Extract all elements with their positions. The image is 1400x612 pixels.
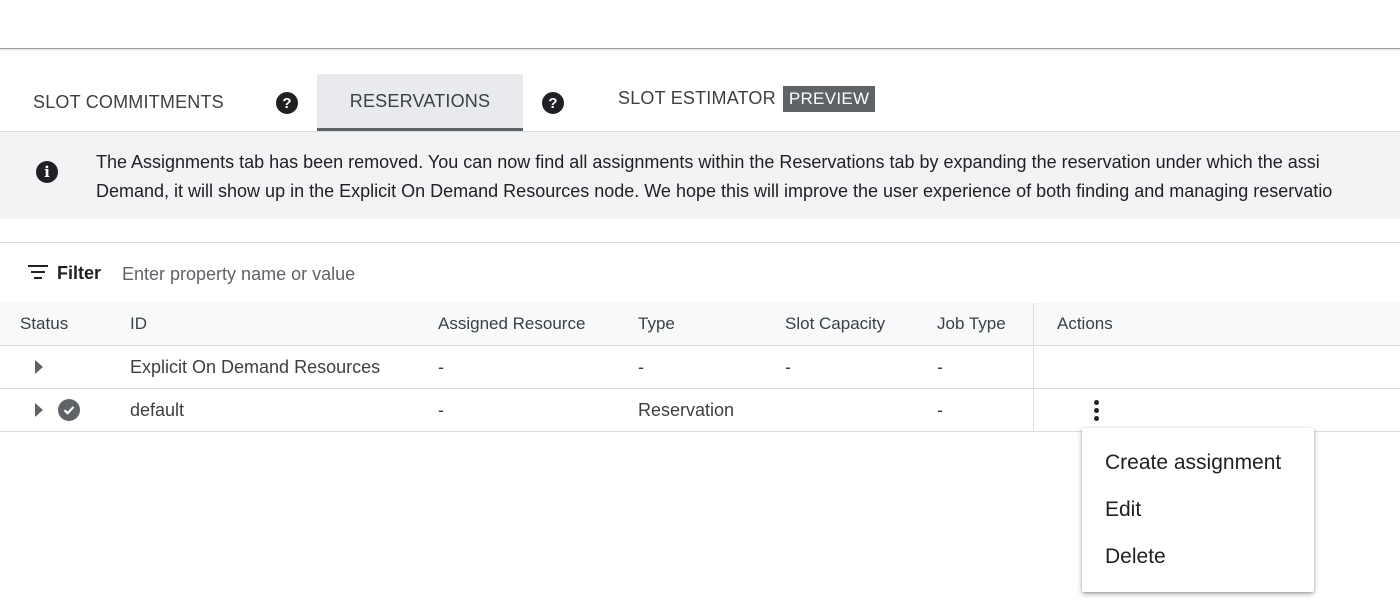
top-bar [0, 0, 1400, 49]
banner-line-2: Demand, it will show up in the Explicit … [96, 181, 1333, 201]
banner-line-1: The Assignments tab has been removed. Yo… [96, 152, 1320, 172]
menu-item-edit[interactable]: Edit [1082, 486, 1314, 533]
filter-bar: Filter [0, 242, 1400, 305]
row-assigned-resource: - [438, 399, 444, 420]
filter-icon[interactable] [28, 265, 48, 281]
table-header: Status ID Assigned Resource Type Slot Ca… [0, 303, 1400, 346]
header-status[interactable]: Status [20, 303, 68, 345]
info-banner: i The Assignments tab has been removed. … [0, 131, 1400, 219]
header-assigned-resource[interactable]: Assigned Resource [438, 303, 585, 345]
row-slot-capacity: - [785, 356, 791, 377]
header-job-type[interactable]: Job Type [937, 303, 1006, 345]
menu-item-create-assignment[interactable]: Create assignment [1082, 439, 1314, 486]
row-type: - [638, 356, 644, 377]
column-divider [1033, 303, 1034, 345]
banner-text: The Assignments tab has been removed. Yo… [96, 148, 1332, 206]
actions-menu: Create assignment Edit Delete [1082, 428, 1314, 592]
tab-slot-commitments[interactable]: SLOT COMMITMENTS [33, 74, 224, 131]
header-id[interactable]: ID [130, 303, 147, 345]
row-id: default [130, 399, 185, 420]
expand-caret-icon[interactable] [35, 389, 43, 431]
tab-bar: SLOT COMMITMENTS ? RESERVATIONS ? SLOT E… [0, 74, 1400, 131]
row-job-type: - [937, 399, 943, 420]
row-type: Reservation [638, 399, 735, 420]
row-id: Explicit On Demand Resources [130, 356, 381, 377]
filter-input[interactable] [120, 259, 924, 289]
slot-commitments-help-icon[interactable]: ? [276, 92, 298, 114]
column-divider [1033, 389, 1034, 431]
table-row: default - Reservation - [0, 389, 1400, 432]
tab-reservations[interactable]: RESERVATIONS [317, 74, 523, 131]
row-assigned-resource: - [438, 356, 444, 377]
check-circle-icon [58, 389, 80, 431]
header-slot-capacity[interactable]: Slot Capacity [785, 303, 885, 345]
preview-badge: PREVIEW [782, 85, 876, 112]
info-icon: i [36, 161, 58, 183]
more-actions-icon[interactable] [1094, 389, 1099, 431]
reservations-help-icon[interactable]: ? [542, 92, 564, 114]
row-job-type: - [937, 356, 943, 377]
header-type[interactable]: Type [638, 303, 675, 345]
filter-label[interactable]: Filter [57, 263, 101, 284]
tab-slot-estimator-label: SLOT ESTIMATOR [618, 88, 776, 108]
column-divider [1033, 346, 1034, 388]
expand-caret-icon[interactable] [35, 346, 43, 388]
table-row: Explicit On Demand Resources - - - - [0, 346, 1400, 389]
header-actions: Actions [1057, 314, 1113, 333]
tab-slot-estimator[interactable]: SLOT ESTIMATOR PREVIEW [618, 70, 876, 127]
menu-item-delete[interactable]: Delete [1082, 533, 1314, 580]
reservations-table: Status ID Assigned Resource Type Slot Ca… [0, 303, 1400, 432]
